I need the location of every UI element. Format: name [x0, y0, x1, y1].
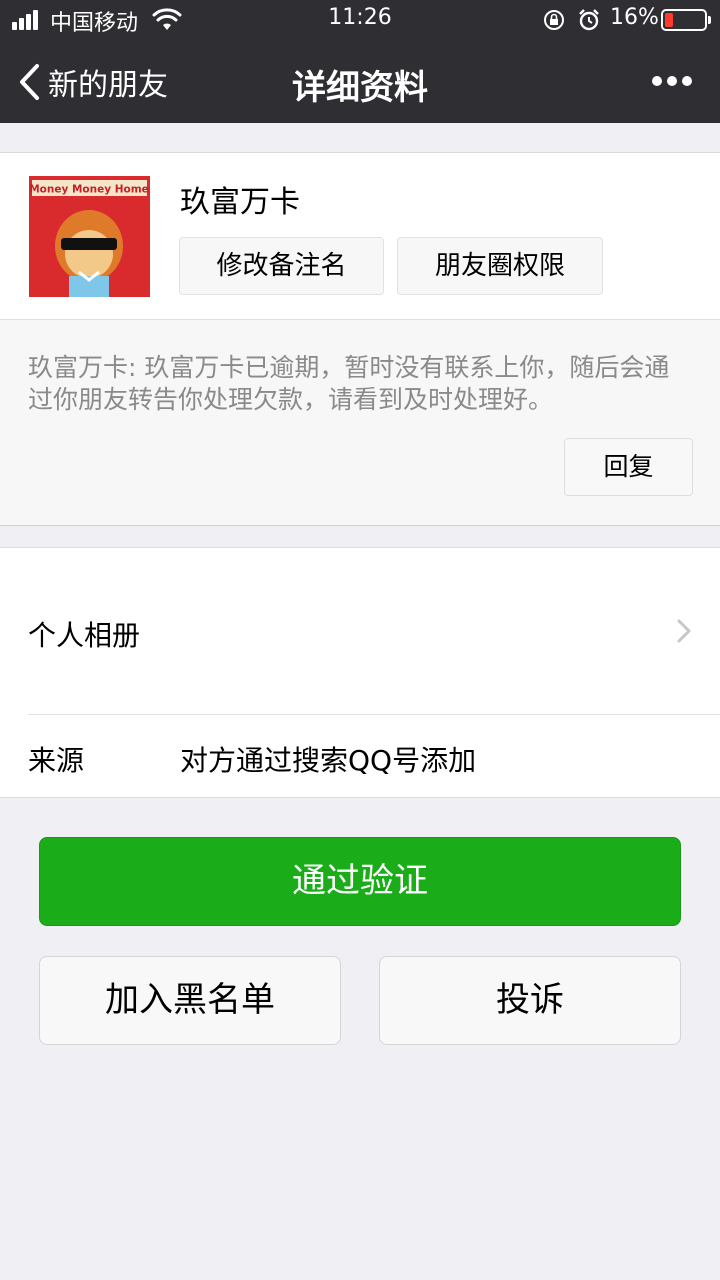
profile-card: Money Money Home 玖富万卡 修改备注名 朋友圈权限 [0, 152, 720, 319]
source-value: 对方通过搜索QQ号添加 [180, 744, 477, 777]
battery-percent: 16% [610, 5, 659, 30]
top-bar: 中国移动 11:26 16% 新的朋友 详细资料 [0, 0, 720, 123]
avatar-logo-text: Money Money Home [29, 184, 149, 196]
chevron-right-icon [677, 619, 691, 643]
verification-message: 玖富万卡: 玖富万卡已逾期，暂时没有联系上你，随后会通过你朋友转告你处理欠款，请… [0, 319, 720, 526]
edit-remark-button[interactable]: 修改备注名 [179, 237, 384, 295]
info-list: 个人相册 来源 对方通过搜索QQ号添加 [0, 547, 720, 798]
contact-name: 玖富万卡 [180, 185, 300, 220]
personal-album-row[interactable]: 个人相册 [0, 548, 720, 714]
alarm-icon [579, 9, 599, 31]
avatar-image: Money Money Home [29, 176, 150, 297]
avatar[interactable]: Money Money Home [29, 176, 150, 297]
message-text: 玖富万卡: 玖富万卡已逾期，暂时没有联系上你，随后会通过你朋友转告你处理欠款，请… [28, 353, 670, 414]
more-dots-icon[interactable] [652, 76, 692, 88]
album-label: 个人相册 [28, 619, 141, 652]
rotation-lock-icon [544, 10, 564, 30]
page-title: 详细资料 [292, 68, 428, 108]
report-button[interactable]: 投诉 [379, 956, 681, 1045]
status-bar: 中国移动 11:26 16% [0, 0, 720, 40]
battery-icon [661, 9, 711, 31]
reply-button[interactable]: 回复 [564, 438, 693, 496]
add-to-blacklist-button[interactable]: 加入黑名单 [39, 956, 341, 1045]
divider [28, 714, 720, 715]
moments-permission-button[interactable]: 朋友圈权限 [397, 237, 603, 295]
approve-verification-button[interactable]: 通过验证 [39, 837, 681, 926]
source-label: 来源 [28, 744, 85, 777]
navigation-bar: 新的朋友 详细资料 [0, 40, 720, 123]
